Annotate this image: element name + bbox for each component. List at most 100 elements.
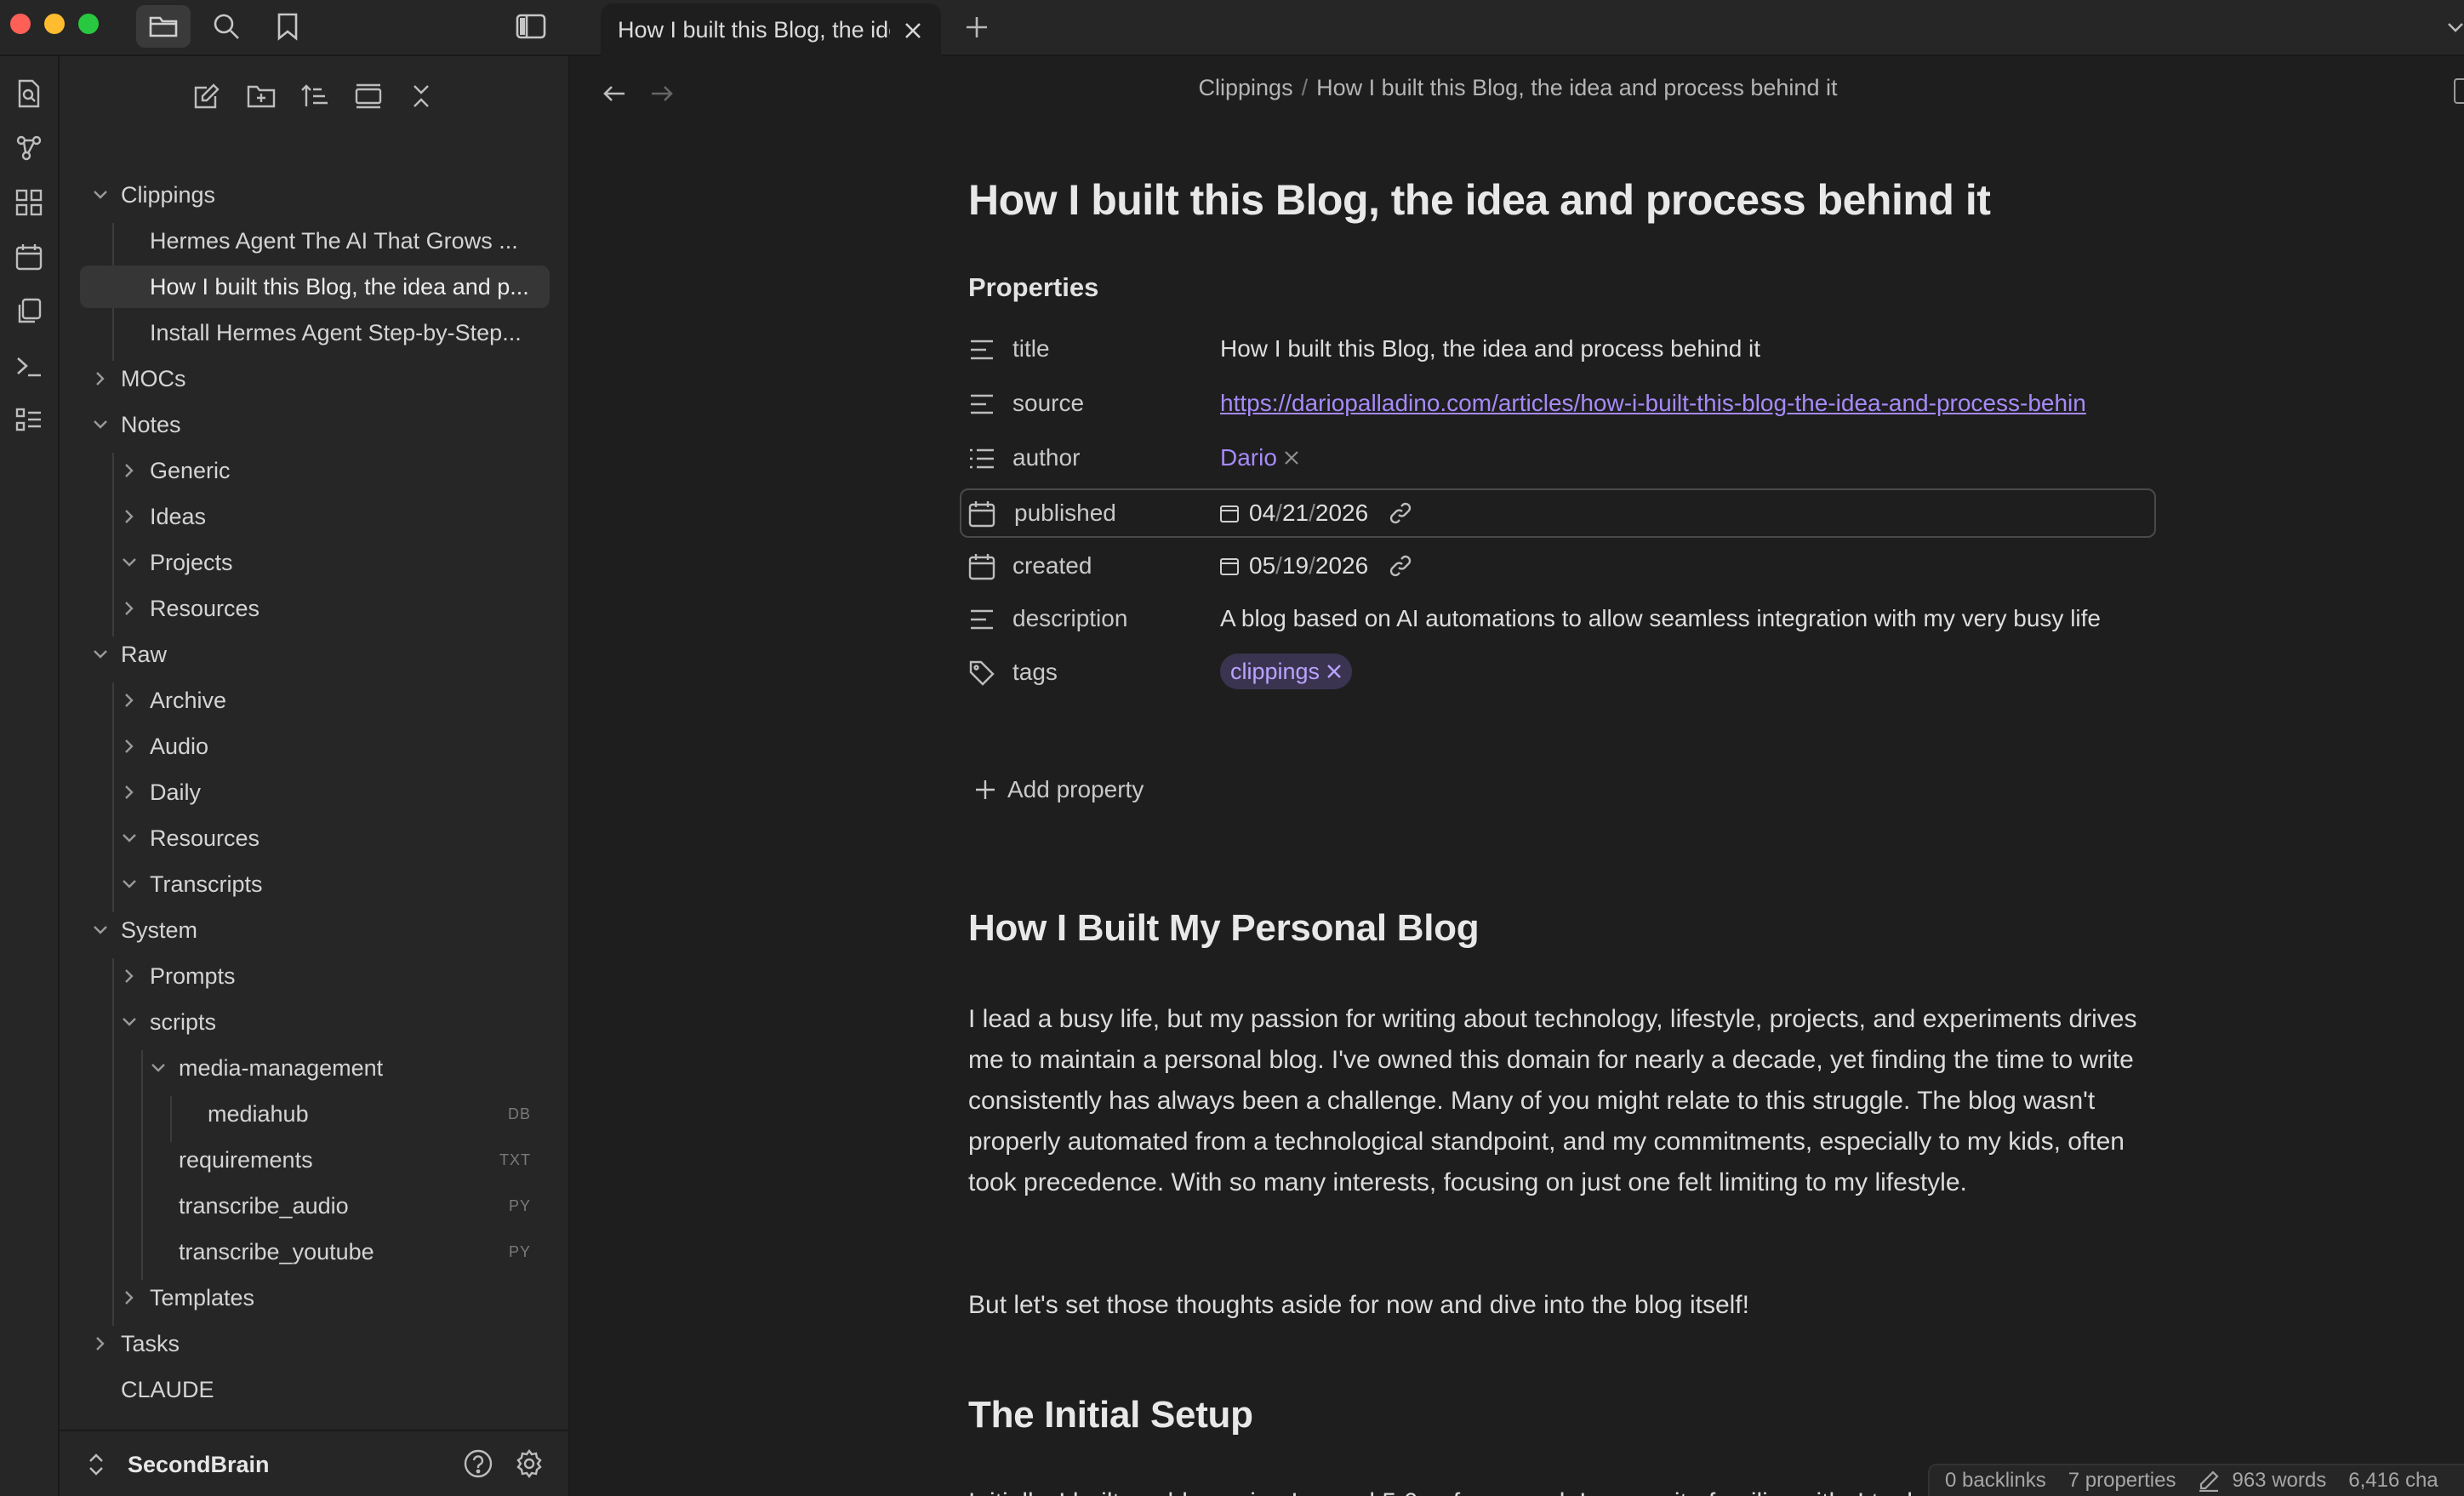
- ribbon-terminal-button[interactable]: [7, 344, 51, 388]
- ribbon-canvas-button[interactable]: [7, 180, 51, 225]
- date-year[interactable]: 2026: [1315, 552, 1368, 580]
- add-property-button[interactable]: Add property: [975, 776, 1144, 803]
- date-day[interactable]: 21: [1282, 500, 1309, 527]
- date-picker-icon[interactable]: [1220, 504, 1239, 522]
- date-day[interactable]: 19: [1282, 552, 1309, 580]
- property-row-source[interactable]: source https://dariopalladino.com/articl…: [960, 379, 2156, 428]
- tree-folder[interactable]: Audio: [80, 725, 550, 768]
- tree-folder[interactable]: Prompts: [80, 955, 550, 997]
- chevron-right-icon[interactable]: [119, 598, 140, 619]
- backlinks-count[interactable]: 0 backlinks: [1945, 1469, 2046, 1493]
- ribbon-daily-note-button[interactable]: [7, 235, 51, 279]
- property-value[interactable]: A blog based on AI automations to allow …: [1220, 605, 2101, 632]
- tree-folder[interactable]: Templates: [80, 1276, 550, 1319]
- tree-file[interactable]: requirements TXT: [80, 1139, 550, 1181]
- date-month[interactable]: 05: [1249, 552, 1275, 580]
- tree-folder[interactable]: Resources: [80, 587, 550, 630]
- date-picker-icon[interactable]: [1220, 557, 1239, 575]
- paragraph-intro[interactable]: I lead a busy life, but my passion for w…: [968, 999, 2159, 1203]
- property-row-author[interactable]: author Dario: [960, 433, 2156, 482]
- paragraph-dive-in[interactable]: But let's set those thoughts aside for n…: [968, 1285, 2159, 1326]
- properties-count[interactable]: 7 properties: [2068, 1469, 2176, 1493]
- auto-reveal-button[interactable]: [345, 75, 391, 117]
- tree-file[interactable]: Install Hermes Agent Step-by-Step...: [80, 311, 550, 354]
- property-row-tags[interactable]: tags clippings: [960, 648, 2156, 697]
- tree-folder[interactable]: MOCs: [80, 357, 550, 400]
- help-icon[interactable]: [463, 1448, 493, 1479]
- date-year[interactable]: 2026: [1315, 500, 1368, 527]
- chevron-down-icon[interactable]: [90, 644, 111, 665]
- tree-folder[interactable]: Archive: [80, 679, 550, 722]
- chevron-down-icon[interactable]: [119, 828, 140, 848]
- tree-folder[interactable]: Clippings: [80, 174, 550, 216]
- tab-close-icon[interactable]: [900, 18, 926, 43]
- date-input[interactable]: 04/21/2026: [1220, 500, 1412, 527]
- tree-folder[interactable]: Generic: [80, 449, 550, 492]
- date-month[interactable]: 04: [1249, 500, 1275, 527]
- chevron-right-icon[interactable]: [119, 460, 140, 481]
- chevron-down-icon[interactable]: [90, 185, 111, 205]
- tree-file[interactable]: How I built this Blog, the idea and p...: [80, 266, 550, 308]
- breadcrumb-folder[interactable]: Clippings: [1199, 75, 1293, 100]
- chevron-down-icon[interactable]: [90, 414, 111, 435]
- pencil-icon[interactable]: [2198, 1470, 2220, 1492]
- heading-personal-blog[interactable]: How I Built My Personal Blog: [968, 907, 1480, 950]
- property-key[interactable]: tags: [1012, 659, 1058, 686]
- tree-folder[interactable]: Resources: [80, 817, 550, 859]
- tree-folder[interactable]: scripts: [80, 1001, 550, 1043]
- bookmarks-view-button[interactable]: [260, 5, 315, 48]
- remove-tag-icon[interactable]: [1326, 664, 1342, 679]
- tree-folder[interactable]: Ideas: [80, 495, 550, 538]
- chevron-down-icon[interactable]: [119, 1012, 140, 1032]
- chevron-right-icon[interactable]: [119, 1288, 140, 1308]
- link-icon[interactable]: [1389, 501, 1412, 525]
- new-folder-button[interactable]: [238, 75, 284, 117]
- ribbon-graph-view-button[interactable]: [7, 126, 51, 170]
- link-icon[interactable]: [1389, 554, 1412, 578]
- ribbon-command-palette-button[interactable]: [7, 398, 51, 443]
- tree-folder[interactable]: media-management: [80, 1047, 550, 1089]
- vault-switcher[interactable]: SecondBrain: [60, 1430, 570, 1496]
- maximize-window-button[interactable]: [78, 14, 99, 34]
- remove-author-icon[interactable]: [1284, 450, 1299, 465]
- tree-folder[interactable]: Transcripts: [80, 863, 550, 905]
- date-input[interactable]: 05/19/2026: [1220, 552, 1412, 580]
- property-key[interactable]: created: [1012, 552, 1092, 580]
- heading-initial-setup[interactable]: The Initial Setup: [968, 1394, 1253, 1436]
- chevron-right-icon[interactable]: [119, 966, 140, 986]
- property-row-published[interactable]: published 04/21/2026: [960, 488, 2156, 538]
- tree-file[interactable]: transcribe_audio PY: [80, 1185, 550, 1227]
- property-row-description[interactable]: description A blog based on AI automatio…: [960, 594, 2156, 643]
- toggle-sidebar-button[interactable]: [504, 5, 558, 48]
- tree-folder[interactable]: Projects: [80, 541, 550, 584]
- sort-order-button[interactable]: [291, 75, 337, 117]
- breadcrumb-note[interactable]: How I built this Blog, the idea and proc…: [1316, 75, 1837, 100]
- ribbon-templates-button[interactable]: [7, 289, 51, 334]
- chevron-right-icon[interactable]: [90, 1333, 111, 1354]
- files-view-button[interactable]: [136, 5, 191, 48]
- property-key[interactable]: description: [1012, 605, 1127, 632]
- tree-file[interactable]: transcribe_youtube PY: [80, 1230, 550, 1273]
- new-tab-button[interactable]: [958, 9, 995, 46]
- tree-folder[interactable]: Daily: [80, 771, 550, 814]
- search-view-button[interactable]: [199, 5, 254, 48]
- tree-folder[interactable]: System: [80, 909, 550, 951]
- chevron-right-icon[interactable]: [119, 736, 140, 757]
- property-value[interactable]: How I built this Blog, the idea and proc…: [1220, 335, 1760, 363]
- property-row-title[interactable]: title How I built this Blog, the idea an…: [960, 324, 2156, 374]
- tag-pill[interactable]: clippings: [1220, 654, 1353, 689]
- chevron-down-icon[interactable]: [119, 874, 140, 894]
- chevron-right-icon[interactable]: [90, 368, 111, 389]
- property-key[interactable]: author: [1012, 444, 1080, 471]
- property-key[interactable]: title: [1012, 335, 1050, 363]
- tab-active-note[interactable]: How I built this Blog, the idea and proc…: [601, 3, 941, 56]
- minimize-window-button[interactable]: [44, 14, 65, 34]
- chevron-down-icon[interactable]: [90, 920, 111, 940]
- note-title[interactable]: How I built this Blog, the idea and proc…: [968, 175, 1991, 225]
- author-pill[interactable]: Dario: [1220, 444, 1277, 471]
- settings-gear-icon[interactable]: [514, 1448, 545, 1479]
- new-note-button[interactable]: [184, 75, 230, 117]
- tab-list-chevron-icon[interactable]: [2447, 19, 2464, 36]
- property-key[interactable]: published: [1014, 500, 1116, 527]
- chevron-down-icon[interactable]: [148, 1058, 168, 1078]
